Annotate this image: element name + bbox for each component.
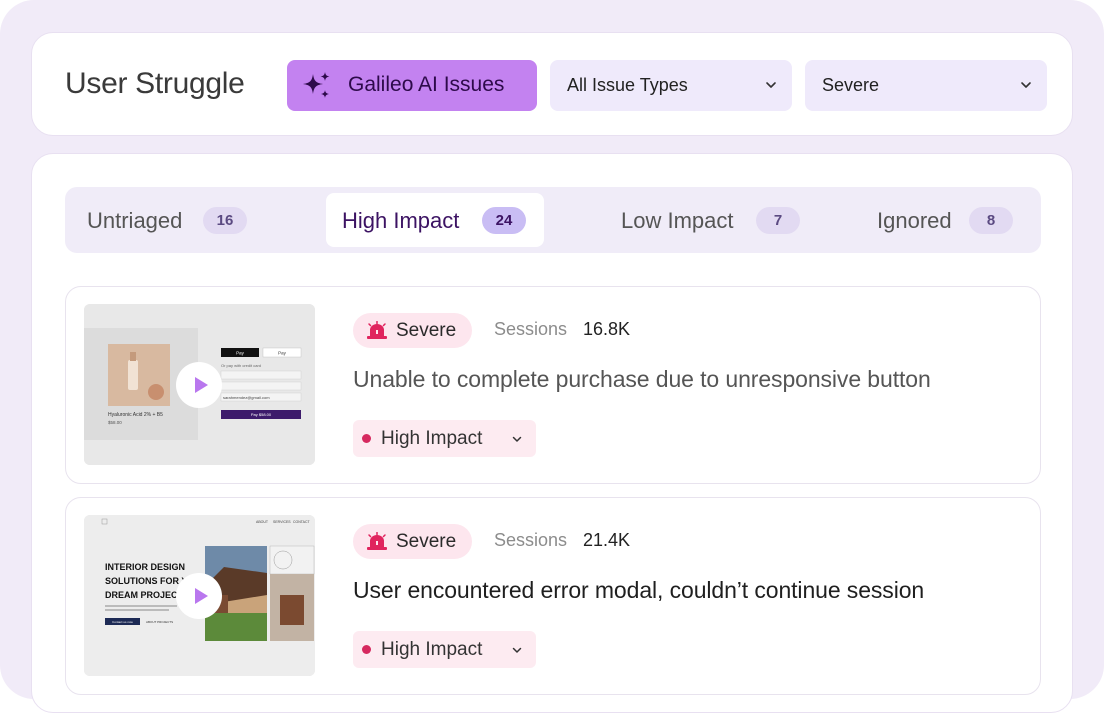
tab-high-impact[interactable]: High Impact 24 (326, 193, 544, 247)
impact-dot-icon (362, 645, 371, 654)
impact-label: High Impact (381, 428, 483, 449)
issue-card[interactable]: Hyaluronic Acid 2% + B5 $58.00 Pay Pay O… (65, 286, 1041, 484)
impact-select[interactable]: High Impact (353, 631, 536, 668)
severity-label: Severe (396, 320, 457, 341)
tab-untriaged[interactable]: Untriaged 16 (72, 193, 287, 247)
play-button[interactable] (176, 573, 222, 619)
nav-link: CONTACT (293, 520, 311, 524)
tab-label: Low Impact (621, 208, 734, 233)
tab-low-impact[interactable]: Low Impact 7 (606, 193, 816, 247)
nav-link: ABOUT (256, 520, 269, 524)
sessions-count: 16.8K (583, 319, 631, 339)
app-frame: User Struggle Galileo AI Issues All Issu… (0, 0, 1104, 713)
product-name: Hyaluronic Acid 2% + B5 (108, 412, 163, 418)
cta-secondary-label: ABOUT PROJECTS (146, 620, 173, 624)
apple-pay-label: Pay (236, 351, 245, 356)
siren-icon (367, 532, 387, 550)
severity-label: Severe (396, 531, 457, 552)
sparkles-icon (303, 72, 330, 98)
pay-with-card-text: Or pay with credit card (221, 363, 261, 368)
severity-select[interactable]: Severe (805, 60, 1047, 111)
impact-label: High Impact (381, 639, 483, 660)
cta-primary-label: Contact us now (112, 620, 134, 624)
session-replay-thumbnail[interactable]: Hyaluronic Acid 2% + B5 $58.00 Pay Pay O… (84, 304, 315, 465)
chevron-down-icon (512, 436, 522, 442)
chevron-down-icon (1021, 82, 1031, 88)
sessions-label: Sessions (494, 530, 568, 550)
tab-label: High Impact (342, 208, 460, 233)
issue-type-select[interactable]: All Issue Types (550, 60, 792, 111)
play-icon (194, 377, 208, 393)
tab-count-badge: 8 (969, 207, 1013, 234)
play-button[interactable] (176, 362, 222, 408)
chevron-down-icon (766, 82, 776, 88)
tab-bar: Untriaged 16 High Impact 24 Low Impact 7… (65, 187, 1041, 253)
severity-value: Severe (822, 75, 880, 95)
tab-ignored[interactable]: Ignored 8 (862, 193, 1037, 247)
chevron-down-icon (512, 647, 522, 653)
severity-badge: Severe (353, 313, 472, 348)
issue-title[interactable]: Unable to complete purchase due to unres… (353, 366, 931, 393)
severity-badge: Severe (353, 524, 472, 559)
impact-select[interactable]: High Impact (353, 420, 536, 457)
header-card: User Struggle Galileo AI Issues All Issu… (31, 32, 1073, 136)
impact-dot-icon (362, 434, 371, 443)
google-pay-label: Pay (278, 351, 287, 356)
play-icon (194, 588, 208, 604)
email-field-value: sarahmendez@gmail.com (223, 395, 270, 400)
sessions-label: Sessions (494, 319, 568, 339)
issue-type-value: All Issue Types (567, 75, 688, 95)
tab-label: Ignored (877, 208, 952, 233)
issue-card[interactable]: ABOUT SERVICES CONTACT INTERIOR DESIGN S… (65, 497, 1041, 695)
siren-icon (367, 321, 387, 339)
tab-count-badge: 24 (482, 207, 526, 234)
issue-title[interactable]: User encountered error modal, couldn’t c… (353, 577, 924, 604)
sessions-count: 21.4K (583, 530, 631, 550)
pay-button-label: Pay $58.00 (251, 412, 272, 417)
session-replay-thumbnail[interactable]: ABOUT SERVICES CONTACT INTERIOR DESIGN S… (84, 515, 315, 676)
hero-headline: INTERIOR DESIGN (105, 562, 185, 572)
issues-panel: Untriaged 16 High Impact 24 Low Impact 7… (31, 153, 1073, 713)
tab-count-badge: 16 (203, 207, 247, 234)
nav-link: SERVICES (273, 520, 291, 524)
page-title: User Struggle (65, 67, 245, 100)
galileo-ai-issues-label: Galileo AI Issues (348, 73, 505, 96)
product-price: $58.00 (108, 420, 122, 425)
galileo-ai-issues-button[interactable]: Galileo AI Issues (287, 60, 537, 111)
tab-label: Untriaged (87, 208, 183, 233)
tab-count-badge: 7 (756, 207, 800, 234)
